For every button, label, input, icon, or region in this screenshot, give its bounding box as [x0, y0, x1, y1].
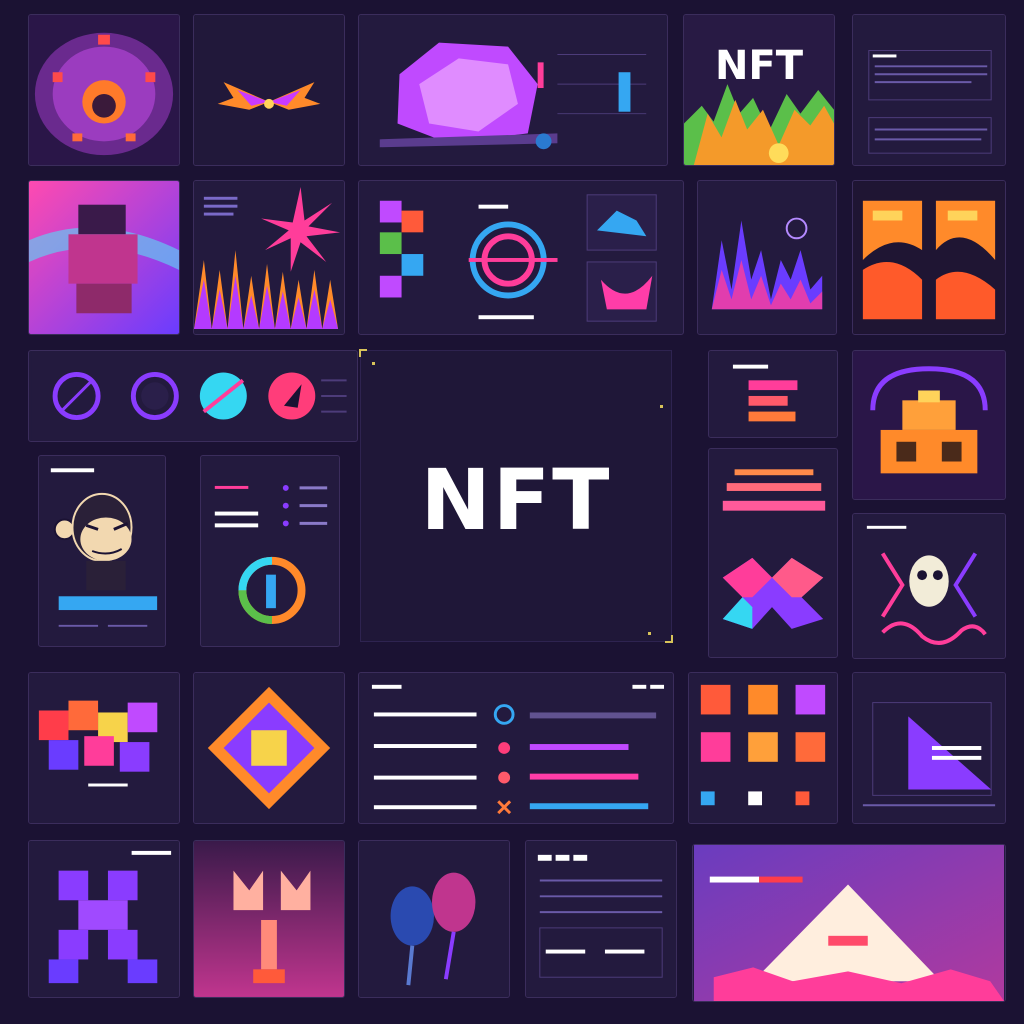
dashboard-tile-target[interactable]	[358, 180, 684, 335]
target-dashboard-art	[360, 181, 682, 334]
lava-art	[853, 181, 1005, 334]
art-tile-skull[interactable]	[852, 513, 1006, 659]
balloons-art	[359, 841, 509, 997]
art-tile-wings[interactable]	[193, 14, 345, 166]
mech-art	[29, 181, 179, 334]
panel-tile-triangle[interactable]	[852, 672, 1006, 824]
center-title-panel: NFT	[359, 349, 673, 643]
list-panel-art	[360, 673, 672, 823]
art-tile-tulip[interactable]	[193, 840, 345, 998]
orb-art	[29, 15, 179, 165]
text-panel-art	[853, 15, 1005, 165]
robot-art	[853, 351, 1005, 499]
volcano-art	[693, 845, 1005, 1001]
art-tile-mech[interactable]	[28, 180, 180, 335]
ring-stats-art	[201, 456, 339, 646]
spike-chart-art	[194, 181, 344, 334]
gauge-panel-tile[interactable]	[28, 350, 358, 442]
gauge-panel-art	[31, 351, 355, 441]
art-tile-blocks[interactable]	[28, 672, 180, 824]
dashboard-tile-voxel[interactable]	[358, 14, 668, 166]
ape-avatar-icon	[39, 456, 165, 646]
mountain-chart-art	[698, 181, 836, 334]
chart-tile-bars[interactable]	[708, 448, 838, 658]
chart-tile-spikes[interactable]	[193, 180, 345, 335]
gallery-art	[689, 673, 837, 823]
blocks-art	[29, 673, 179, 823]
art-tile-robot[interactable]	[852, 350, 1006, 500]
corner-tl	[359, 349, 367, 357]
corner-br	[665, 635, 673, 643]
chart-tile-stack[interactable]	[708, 350, 838, 438]
hero-tile-volcano[interactable]	[692, 844, 1006, 1002]
profile-card-ape[interactable]	[38, 455, 166, 647]
center-title: NFT	[420, 451, 612, 549]
art-tile-diamond[interactable]	[193, 672, 345, 824]
table-panel-tile[interactable]	[525, 840, 677, 998]
pixel-art	[29, 841, 179, 997]
list-panel-tile[interactable]	[358, 672, 674, 824]
art-tile-lava[interactable]	[852, 180, 1006, 335]
voxel-dashboard-art	[360, 15, 666, 165]
nft-card-label: NFT	[714, 43, 804, 89]
accent-dot	[648, 632, 651, 635]
art-tile-pixel[interactable]	[28, 840, 180, 998]
gallery-tile[interactable]	[688, 672, 838, 824]
bars-chart-art	[709, 449, 837, 657]
diamond-icon	[194, 673, 344, 823]
skull-icon	[853, 514, 1005, 658]
stats-card-ring[interactable]	[200, 455, 340, 647]
triangle-panel-art	[853, 673, 1005, 823]
chart-tile-mountains[interactable]	[697, 180, 837, 335]
accent-dot	[372, 362, 375, 365]
wings-art	[194, 15, 344, 165]
tulip-art	[194, 841, 344, 997]
stack-chart-art	[709, 351, 837, 437]
text-panel-tile[interactable]	[852, 14, 1006, 166]
art-tile-balloons[interactable]	[358, 840, 510, 998]
landscape-art	[684, 15, 834, 165]
nft-card-tile[interactable]: NFT	[683, 14, 835, 166]
accent-dot	[660, 405, 663, 408]
table-panel-art	[526, 841, 676, 997]
art-tile-orb[interactable]	[28, 14, 180, 166]
